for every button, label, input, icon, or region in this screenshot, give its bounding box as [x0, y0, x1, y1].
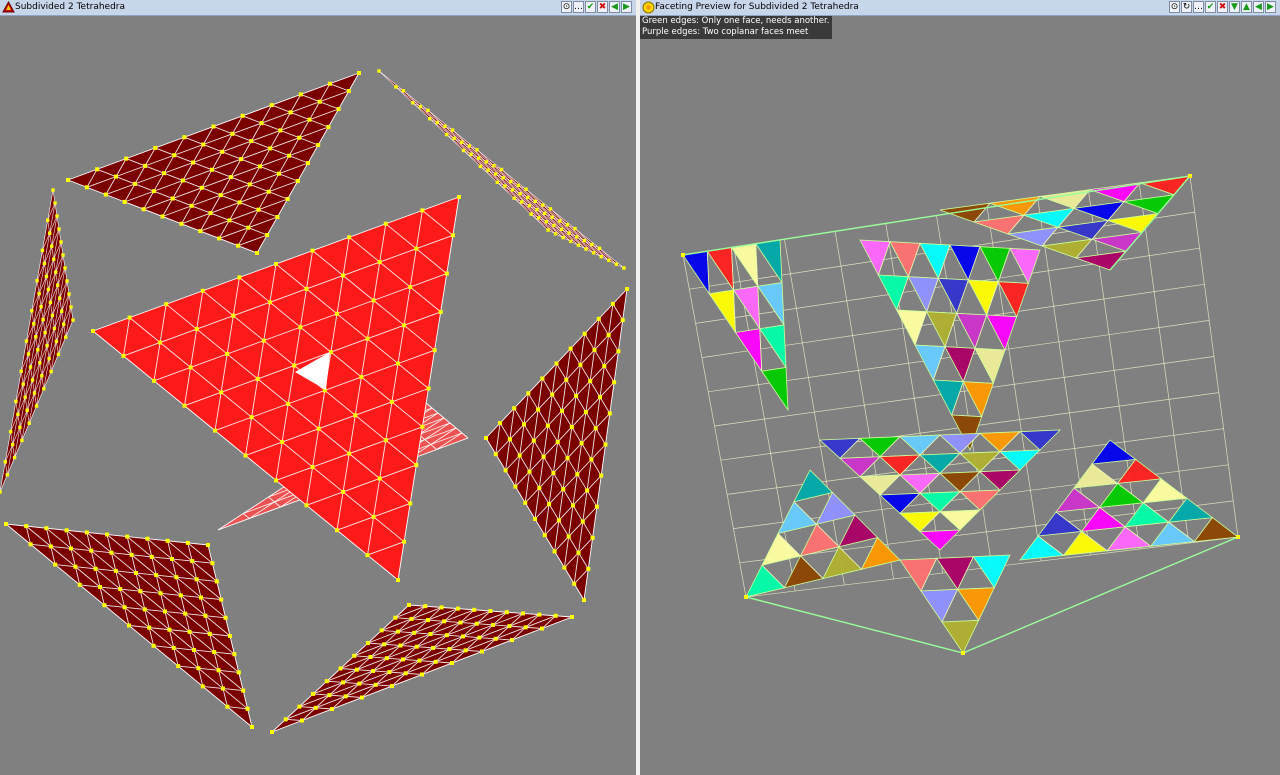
left-toolbar: ⊙… ✔ ✖ ◀ ▶ — [561, 1, 632, 14]
reset-icon[interactable]: ↻ — [1181, 1, 1192, 13]
facet-top-strip — [939, 175, 1191, 271]
down-icon[interactable]: ▼ — [1229, 1, 1240, 13]
check-icon[interactable]: ✔ — [1205, 1, 1216, 13]
prev-icon[interactable]: ◀ — [1253, 1, 1264, 13]
legend-green-edges: Green edges: Only one face, needs anothe… — [642, 16, 830, 26]
more-icon[interactable]: … — [573, 1, 584, 13]
close-icon[interactable]: ✖ — [597, 1, 608, 13]
face-right — [484, 287, 629, 602]
vertex-marker — [1236, 535, 1240, 539]
target-icon[interactable]: ⊙ — [1169, 1, 1180, 13]
right-window-title: Faceting Preview for Subdivided 2 Tetrah… — [655, 2, 859, 12]
vertex-marker — [744, 595, 748, 599]
left-window-title: Subdivided 2 Tetrahedra — [15, 2, 125, 12]
left-view-window: Subdivided 2 Tetrahedra ⊙… ✔ ✖ ◀ ▶ — [0, 0, 636, 775]
prev-icon[interactable]: ◀ — [609, 1, 620, 13]
faceting-icon — [642, 1, 655, 14]
facet-bottom-point — [899, 554, 1011, 654]
more-icon[interactable]: … — [1193, 1, 1204, 13]
vertex-marker — [1188, 174, 1192, 178]
legend-purple-edges: Purple edges: Two coplanar faces meet — [642, 27, 809, 37]
right-3d-viewport[interactable] — [640, 16, 1280, 775]
facet-center-upper — [859, 239, 1041, 452]
edge-legend: Green edges: Only one face, needs anothe… — [640, 16, 833, 39]
right-toolbar: ⊙ ↻… ✔ ✖ ▼ ▲ ◀ ▶ — [1169, 1, 1276, 14]
polyhedron-icon — [2, 1, 15, 13]
check-icon[interactable]: ✔ — [585, 1, 596, 13]
face-left-edgeon — [0, 188, 75, 494]
facet-left-strip — [682, 239, 789, 412]
up-icon[interactable]: ▲ — [1241, 1, 1252, 13]
next-icon[interactable]: ▶ — [621, 1, 632, 13]
next-icon[interactable]: ▶ — [1265, 1, 1276, 13]
right-titlebar: Faceting Preview for Subdivided 2 Tetrah… — [640, 0, 1280, 16]
face-bottom-right — [270, 603, 574, 734]
left-3d-viewport[interactable] — [0, 16, 636, 775]
right-view-window: Faceting Preview for Subdivided 2 Tetrah… — [640, 0, 1280, 775]
vertex-marker — [961, 651, 965, 655]
left-titlebar: Subdivided 2 Tetrahedra ⊙… ✔ ✖ ◀ ▶ — [0, 0, 636, 16]
face-bottom-left — [4, 522, 254, 729]
close-icon[interactable]: ✖ — [1217, 1, 1228, 13]
facet-bottom-right — [1019, 439, 1240, 561]
face-top-left — [66, 71, 361, 255]
front-face-bright — [91, 195, 461, 582]
target-icon[interactable]: ⊙ — [561, 1, 572, 13]
vertex-marker — [681, 253, 685, 257]
